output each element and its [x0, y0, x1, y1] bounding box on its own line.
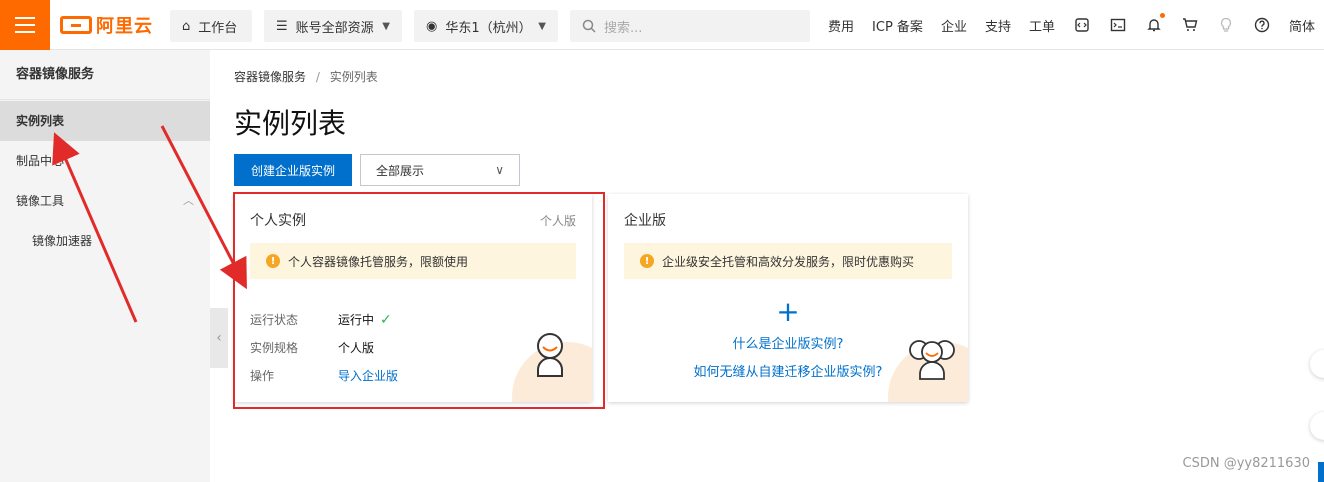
arrow-to-sidebar: [52, 132, 138, 323]
arrow-to-personal-card: [160, 125, 247, 290]
watermark: CSDN @yy8211630: [1182, 456, 1310, 471]
feedback-tab[interactable]: [1318, 462, 1324, 482]
annotation-arrows: [52, 125, 247, 323]
